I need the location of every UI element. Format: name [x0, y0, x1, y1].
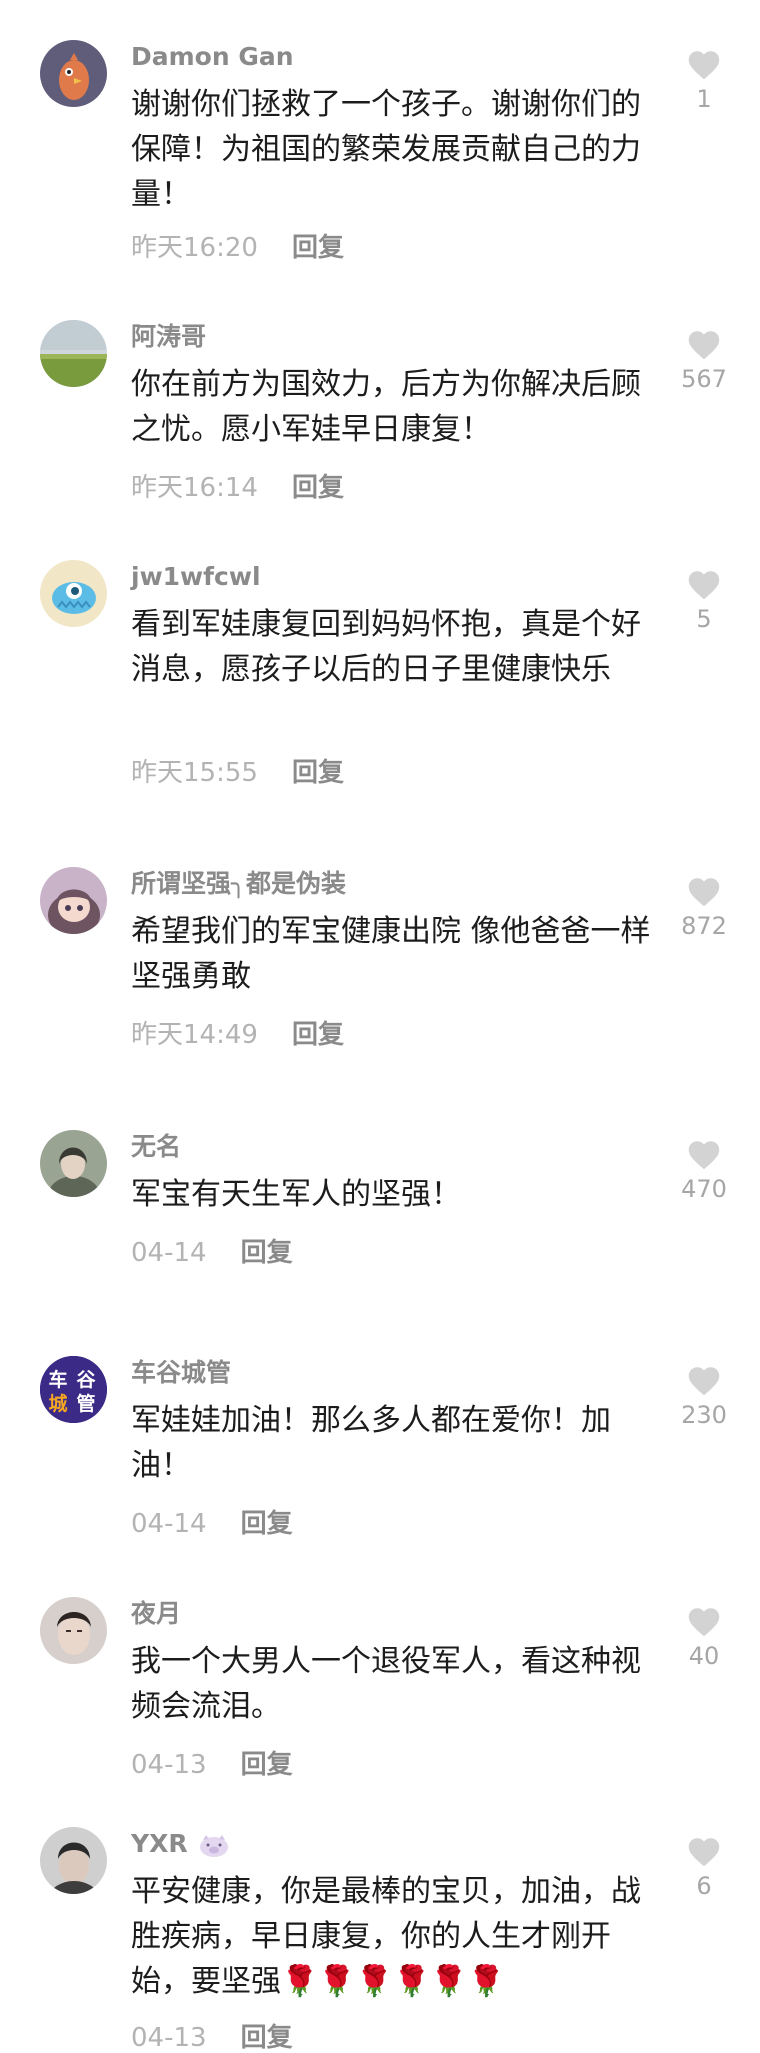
comment-meta: 04-14 回复 — [131, 1509, 293, 1539]
comment-item: 无名 军宝有天生军人的坚强！ 04-14 回复 470 — [0, 1130, 760, 1270]
comment-text: 看到军娃康复回到妈妈怀抱，真是个好消息，愿孩子以后的日子里健康快乐 — [131, 607, 641, 687]
reply-button[interactable]: 回复 — [292, 473, 344, 503]
anime-girl-avatar-icon — [40, 867, 107, 934]
comment-text: 平安健康，你是最棒的宝贝，加油，战胜疾病，早日康复，你的人生才刚开始，要坚强🌹🌹… — [131, 1874, 641, 1999]
comment-meta: 04-13 回复 — [131, 2023, 293, 2053]
like-button[interactable]: 6 — [678, 1835, 730, 1901]
reply-button[interactable]: 回复 — [292, 758, 344, 788]
reply-button[interactable]: 回复 — [241, 1238, 293, 1268]
like-count: 567 — [681, 365, 727, 393]
comment-text: 军娃娃加油！那么多人都在爱你！加油！ — [131, 1403, 611, 1483]
comment-item: Damon Gan 谢谢你们拯救了一个孩子。谢谢你们的保障！为祖国的繁荣发展贡献… — [0, 40, 760, 270]
comment-text: 军宝有天生军人的坚强！ — [131, 1177, 461, 1212]
heart-icon — [688, 331, 720, 360]
like-count: 1 — [696, 85, 712, 113]
avatar[interactable] — [40, 1130, 107, 1197]
timestamp: 04-14 — [131, 1509, 207, 1539]
orange-bird-avatar-icon — [40, 40, 107, 107]
man-face-avatar-icon — [40, 1597, 107, 1664]
timestamp: 04-13 — [131, 1750, 207, 1780]
like-button[interactable]: 567 — [678, 328, 730, 394]
username[interactable]: 所谓坚强╮都是伪装 — [131, 869, 346, 899]
heart-icon — [688, 51, 720, 80]
reply-button[interactable]: 回复 — [241, 1750, 293, 1780]
comment-item: jw1wfcwl 看到军娃康复回到妈妈怀抱，真是个好消息，愿孩子以后的日子里健康… — [0, 560, 760, 790]
like-count: 230 — [681, 1401, 727, 1429]
like-button[interactable]: 230 — [678, 1364, 730, 1430]
svg-text:车: 车 — [48, 1368, 67, 1391]
comment-meta: 04-13 回复 — [131, 1750, 293, 1780]
like-count: 872 — [681, 912, 727, 940]
like-count: 6 — [696, 1872, 712, 1900]
heart-icon — [688, 1141, 720, 1170]
svg-text:谷: 谷 — [76, 1369, 96, 1391]
comment-item: 所谓坚强╮都是伪装 希望我们的军宝健康出院 像他爸爸一样坚强勇敢 昨天14:49… — [0, 867, 760, 1050]
comment-text: 希望我们的军宝健康出院 像他爸爸一样坚强勇敢 — [131, 914, 651, 994]
text-logo-avatar-icon: 车 谷 城 管 — [40, 1356, 107, 1423]
username[interactable]: YXR — [131, 1829, 230, 1859]
comment-text: 你在前方为国效力，后方为你解决后顾之忧。愿小军娃早日康复！ — [131, 367, 641, 447]
comment-meta: 04-14 回复 — [131, 1238, 293, 1268]
reply-button[interactable]: 回复 — [292, 233, 344, 263]
username[interactable]: 无名 — [131, 1132, 181, 1162]
svg-text:城: 城 — [48, 1392, 67, 1415]
timestamp: 昨天14:49 — [131, 1020, 258, 1050]
comment-item: 车 谷 城 管 车谷城管 军娃娃加油！那么多人都在爱你！加油！ 04-14 回复 … — [0, 1356, 760, 1546]
avatar[interactable]: 车 谷 城 管 — [40, 1356, 107, 1423]
portrait-avatar-icon — [40, 1130, 107, 1197]
username[interactable]: Damon Gan — [131, 42, 294, 72]
comment-item: YXR 平安健康，你是最棒的宝贝，加油，战胜疾病，早日康复，你的人生才刚开始，要… — [0, 1827, 760, 2053]
comment-item: 夜月 我一个大男人一个退役军人，看这种视频会流泪。 04-13 回复 40 — [0, 1597, 760, 1780]
heart-icon — [688, 1367, 720, 1396]
avatar[interactable] — [40, 1827, 107, 1894]
avatar[interactable] — [40, 1597, 107, 1664]
comment-item: 阿涛哥 你在前方为国效力，后方为你解决后顾之忧。愿小军娃早日康复！ 昨天16:1… — [0, 320, 760, 503]
like-count: 470 — [681, 1175, 727, 1203]
timestamp: 04-14 — [131, 1238, 207, 1268]
reply-button[interactable]: 回复 — [292, 1020, 344, 1050]
avatar[interactable] — [40, 560, 107, 627]
heart-icon — [688, 1608, 720, 1637]
timestamp: 昨天15:55 — [131, 758, 258, 788]
comment-list: Damon Gan 谢谢你们拯救了一个孩子。谢谢你们的保障！为祖国的繁荣发展贡献… — [0, 0, 760, 2053]
blue-monster-avatar-icon — [40, 560, 107, 627]
man-face-avatar-icon — [40, 1827, 107, 1894]
timestamp: 昨天16:20 — [131, 233, 258, 263]
username[interactable]: jw1wfcwl — [131, 562, 261, 592]
avatar[interactable] — [40, 320, 107, 387]
username[interactable]: 夜月 — [131, 1599, 181, 1629]
heart-icon — [688, 1838, 720, 1867]
username[interactable]: 车谷城管 — [131, 1358, 231, 1388]
heart-icon — [688, 571, 720, 600]
like-button[interactable]: 5 — [678, 568, 730, 634]
like-count: 5 — [696, 605, 712, 633]
comment-meta: 昨天16:14 回复 — [131, 473, 344, 503]
pig-emoji-icon — [200, 1835, 229, 1857]
reply-button[interactable]: 回复 — [241, 1509, 293, 1539]
like-count: 40 — [688, 1642, 720, 1670]
timestamp: 昨天16:14 — [131, 473, 258, 503]
timestamp: 04-13 — [131, 2023, 207, 2053]
svg-text:管: 管 — [76, 1392, 95, 1415]
comment-text: 我一个大男人一个退役军人，看这种视频会流泪。 — [131, 1644, 641, 1724]
username[interactable]: 阿涛哥 — [131, 322, 206, 352]
comment-text: 谢谢你们拯救了一个孩子。谢谢你们的保障！为祖国的繁荣发展贡献自己的力量！ — [131, 87, 641, 212]
avatar[interactable] — [40, 40, 107, 107]
avatar[interactable] — [40, 867, 107, 934]
like-button[interactable]: 470 — [678, 1138, 730, 1204]
reply-button[interactable]: 回复 — [241, 2023, 293, 2053]
comment-meta: 昨天16:20 回复 — [131, 233, 344, 263]
like-button[interactable]: 872 — [678, 875, 730, 941]
like-button[interactable]: 1 — [678, 48, 730, 114]
comment-meta: 昨天14:49 回复 — [131, 1020, 344, 1050]
like-button[interactable]: 40 — [678, 1605, 730, 1671]
username-text: YXR — [131, 1829, 188, 1858]
comment-meta: 昨天15:55 回复 — [131, 758, 344, 788]
green-field-avatar-icon — [40, 320, 107, 387]
heart-icon — [688, 878, 720, 907]
